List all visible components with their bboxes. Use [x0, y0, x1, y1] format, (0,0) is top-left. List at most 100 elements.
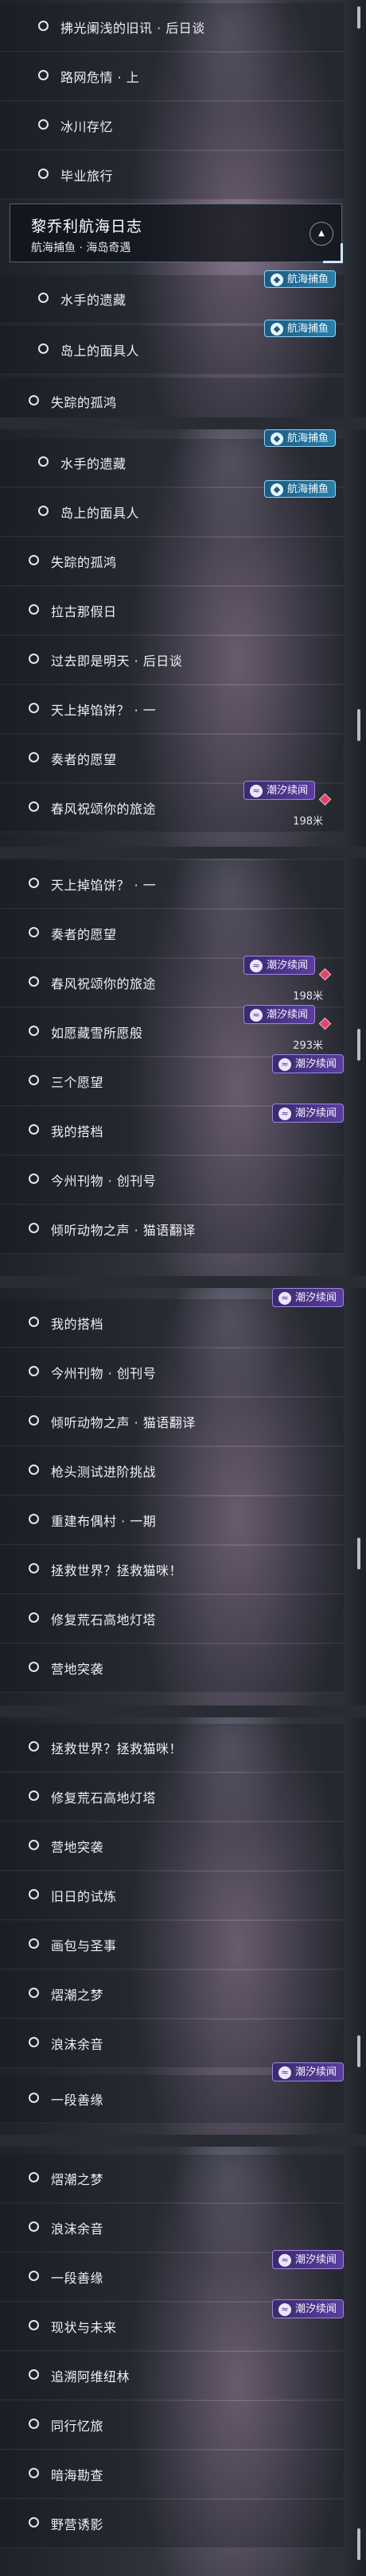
- quest-item[interactable]: 天上掉馅饼？ · 一: [0, 685, 344, 734]
- scrollbar[interactable]: [357, 6, 360, 29]
- quest-item[interactable]: 失踪的孤鸿: [0, 537, 344, 586]
- quest-label: 熠潮之梦: [51, 1988, 104, 2003]
- tag-label: 潮汐续闻: [295, 2066, 337, 2078]
- quest-item[interactable]: 天上掉馅饼？ · 一: [0, 860, 344, 909]
- quest-item[interactable]: 奏者的愿望: [0, 910, 344, 958]
- quest-label: 拉古那假日: [51, 604, 117, 619]
- wave-icon: ≈: [278, 2303, 291, 2316]
- quest-label: 熠潮之梦: [51, 2172, 104, 2187]
- quest-group-header[interactable]: 黎乔利航海日志 航海捕鱼 · 海岛奇遇 ▲: [10, 204, 343, 263]
- quest-label: 过去即是明天 · 后日谈: [51, 654, 183, 669]
- quest-item[interactable]: 浪沫余音: [0, 2204, 344, 2252]
- quest-item[interactable]: 同行忆旅: [0, 2401, 344, 2450]
- quest-item[interactable]: 营地突袭: [0, 1644, 344, 1693]
- scrollbar[interactable]: [357, 1538, 360, 1569]
- quest-item[interactable]: 修复荒石高地灯塔: [0, 1595, 344, 1643]
- quest-item[interactable]: 画包与圣事: [0, 1921, 344, 1969]
- quest-item[interactable]: 旧日的试炼: [0, 1872, 344, 1920]
- tag-chaoxi-xuwen: ≈ 潮汐续闻: [272, 1104, 345, 1123]
- quest-item[interactable]: 拯救世界？拯救猫咪！: [0, 1546, 344, 1594]
- fish-icon: ◆: [271, 433, 283, 445]
- quest-item[interactable]: 营地突袭: [0, 1822, 344, 1871]
- quest-item[interactable]: 拂光阑浅的旧讯 · 后日谈: [0, 3, 344, 52]
- quest-label: 路网危情 · 上: [60, 70, 140, 85]
- quest-item[interactable]: 暗海勘查: [0, 2450, 344, 2499]
- quest-item[interactable]: 熠潮之梦: [0, 2155, 344, 2203]
- quest-item[interactable]: 失踪的孤鸿: [0, 378, 344, 417]
- tag-chaoxi-xuwen: ≈ 潮汐续闻: [243, 781, 316, 800]
- quest-status-icon: [29, 2037, 39, 2047]
- tag-label: 潮汐续闻: [295, 1058, 337, 1070]
- quest-item[interactable]: 倾听动物之声 · 猫语翻译: [0, 1205, 344, 1254]
- wave-icon: ≈: [278, 1292, 291, 1305]
- quest-status-icon: [29, 2320, 39, 2330]
- quest-item[interactable]: 拉古那假日: [0, 587, 344, 635]
- quest-item[interactable]: 过去即是明天 · 后日谈: [0, 636, 344, 685]
- screenshot-panel-5: 拯救世界？拯救猫咪！ 修复荒石高地灯塔 营地突袭 旧日的试炼 画包与圣事 熠潮之…: [0, 1717, 366, 2135]
- tag-label: 潮汐续闻: [295, 1292, 337, 1304]
- quest-label: 如愿藏雪所愿般: [51, 1026, 143, 1041]
- fish-icon: ◆: [271, 483, 283, 496]
- quest-label: 岛上的面具人: [60, 343, 140, 359]
- quest-item[interactable]: 枪头测试进阶挑战: [0, 1447, 344, 1496]
- quest-item[interactable]: 修复荒石高地灯塔: [0, 1773, 344, 1821]
- quest-item[interactable]: 今州刊物 · 创刊号: [0, 1348, 344, 1397]
- quest-status-icon: [29, 2271, 39, 2281]
- quest-status-icon: [29, 1366, 39, 1376]
- collapse-arrow-icon[interactable]: ▲: [310, 222, 333, 246]
- quest-status-icon: [29, 1514, 39, 1524]
- scrollbar[interactable]: [357, 709, 360, 741]
- fish-icon: ◆: [271, 323, 283, 336]
- quest-item[interactable]: 浪沫余音: [0, 2019, 344, 2068]
- scrollbar[interactable]: [357, 2035, 360, 2067]
- quest-status-icon: [29, 2369, 39, 2380]
- quest-item[interactable]: 毕业旅行: [0, 151, 344, 200]
- quest-label: 我的搭档: [51, 1317, 104, 1332]
- quest-status-icon: [29, 976, 39, 987]
- quest-status-icon: [29, 1988, 39, 1998]
- tag-chaoxi-xuwen: ≈ 潮汐续闻: [243, 1005, 316, 1024]
- quest-item[interactable]: 今州刊物 · 创刊号: [0, 1156, 344, 1205]
- quest-label: 一段善缘: [51, 2093, 104, 2108]
- quest-status-icon: [29, 1889, 39, 1899]
- wave-icon: ≈: [278, 1058, 291, 1071]
- quest-label: 毕业旅行: [60, 169, 114, 184]
- quest-status-icon: [38, 506, 49, 516]
- quest-item[interactable]: 奏者的愿望: [0, 735, 344, 783]
- quest-item[interactable]: 重建布偶村 · 一期: [0, 1496, 344, 1545]
- quest-item[interactable]: 熠潮之梦: [0, 1970, 344, 2019]
- quest-item[interactable]: 拯救世界？拯救猫咪！: [0, 1724, 344, 1772]
- quest-status-icon: [29, 604, 39, 615]
- quest-label: 拯救世界？拯救猫咪！: [51, 1741, 183, 1756]
- tag-chaoxi-xuwen: ≈ 潮汐续闻: [272, 2250, 345, 2269]
- quest-status-icon: [29, 1840, 39, 1850]
- quest-item[interactable]: 路网危情 · 上: [0, 52, 344, 101]
- quest-label: 修复荒石高地灯塔: [51, 1612, 157, 1627]
- quest-label: 暗海勘查: [51, 2468, 104, 2483]
- quest-status-icon: [29, 1938, 39, 1949]
- tag-label: 潮汐续闻: [267, 785, 309, 797]
- scrollbar[interactable]: [357, 2528, 360, 2560]
- quest-label: 枪头测试进阶挑战: [51, 1465, 157, 1480]
- screenshot-panel-1: 拂光阑浅的旧讯 · 后日谈 路网危情 · 上 冰川存忆 毕业旅行 黎乔利航海日志…: [0, 0, 366, 417]
- quest-label: 水手的遗藏: [60, 293, 127, 308]
- tag-label: 航海捕鱼: [287, 323, 329, 335]
- quest-item[interactable]: 野营诱影: [0, 2500, 344, 2548]
- quest-item[interactable]: 冰川存忆: [0, 102, 344, 150]
- screenshot-panel-3: 天上掉馅饼？ · 一 奏者的愿望 ≈ 潮汐续闻 春风祝颂你的旅途 198米 ≈ 潮汐…: [0, 859, 366, 1276]
- quest-status-icon: [29, 2172, 39, 2182]
- quest-status-icon: [29, 2468, 39, 2478]
- quest-status-icon: [38, 456, 49, 467]
- quest-label: 修复荒石高地灯塔: [51, 1790, 157, 1806]
- tag-label: 航海捕鱼: [287, 433, 329, 444]
- quest-status-icon: [29, 752, 39, 762]
- quest-label: 一段善缘: [51, 2271, 104, 2286]
- quest-item[interactable]: 一段善缘: [0, 2075, 344, 2124]
- tag-chaoxi-xuwen: ≈ 潮汐续闻: [272, 2062, 345, 2081]
- quest-status-icon: [29, 1317, 39, 1327]
- quest-item[interactable]: 倾听动物之声 · 猫语翻译: [0, 1398, 344, 1446]
- quest-label: 冰川存忆: [60, 119, 114, 134]
- scrollbar[interactable]: [357, 1029, 360, 1061]
- tag-label: 潮汐续闻: [295, 1108, 337, 1119]
- quest-item[interactable]: 追溯阿维纽林: [0, 2352, 344, 2400]
